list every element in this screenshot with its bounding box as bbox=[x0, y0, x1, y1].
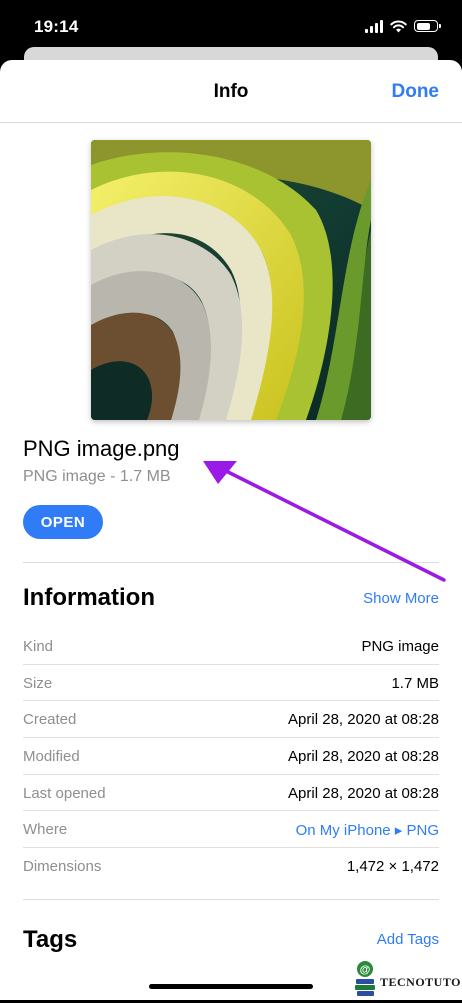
info-label: Where bbox=[23, 821, 68, 839]
info-label: Modified bbox=[23, 748, 80, 766]
wifi-icon bbox=[390, 19, 407, 32]
add-tags-link[interactable]: Add Tags bbox=[377, 931, 439, 948]
info-value: 1.7 MB bbox=[391, 674, 439, 692]
info-sheet: Info Done PNG image.png PNG image - 1.7 … bbox=[0, 60, 462, 1000]
divider bbox=[23, 562, 439, 563]
file-name: PNG image.png bbox=[23, 436, 180, 461]
watermark-text: TECNOTUTO bbox=[380, 975, 461, 989]
tags-heading: Tags bbox=[23, 926, 78, 953]
show-more-link[interactable]: Show More bbox=[363, 590, 439, 607]
info-value: April 28, 2020 at 08:28 bbox=[288, 748, 439, 766]
divider bbox=[23, 899, 439, 900]
info-label: Size bbox=[23, 674, 53, 692]
file-meta: PNG image - 1.7 MB bbox=[23, 468, 171, 485]
info-value: PNG image bbox=[361, 638, 439, 655]
info-row-kind: Kind PNG image bbox=[23, 628, 439, 665]
status-bar: 19:14 bbox=[0, 0, 462, 48]
battery-level bbox=[416, 22, 431, 30]
watermark: @ TECNOTUTO bbox=[352, 958, 462, 998]
info-label: Dimensions bbox=[23, 858, 102, 876]
information-heading: Information bbox=[23, 584, 155, 611]
info-label: Kind bbox=[23, 638, 54, 655]
navigation-bar: Info Done bbox=[0, 60, 462, 123]
location-link[interactable]: On My iPhone ▸ PNG bbox=[296, 821, 439, 839]
cellular-signal-icon bbox=[365, 19, 383, 33]
info-value: April 28, 2020 at 08:28 bbox=[288, 784, 439, 802]
info-label: Created bbox=[23, 711, 77, 729]
open-button[interactable]: OPEN bbox=[23, 505, 103, 539]
image-preview bbox=[91, 140, 371, 420]
info-row-where: Where On My iPhone ▸ PNG bbox=[23, 811, 439, 849]
info-value: April 28, 2020 at 08:28 bbox=[288, 711, 439, 729]
info-row-last-opened: Last opened April 28, 2020 at 08:28 bbox=[23, 775, 439, 812]
info-row-dimensions: Dimensions 1,472 × 1,472 bbox=[23, 848, 439, 884]
info-row-modified: Modified April 28, 2020 at 08:28 bbox=[23, 738, 439, 775]
status-time: 19:14 bbox=[34, 17, 79, 36]
home-indicator bbox=[149, 984, 313, 989]
info-row-size: Size 1.7 MB bbox=[23, 665, 439, 702]
svg-text:@: @ bbox=[360, 964, 371, 976]
status-icons bbox=[365, 16, 441, 36]
info-value: 1,472 × 1,472 bbox=[346, 858, 439, 876]
info-row-created: Created April 28, 2020 at 08:28 bbox=[23, 701, 439, 739]
information-list: Kind PNG image Size 1.7 MB Created April… bbox=[23, 628, 439, 884]
done-button[interactable]: Done bbox=[392, 81, 440, 103]
watermark-logo-icon: @ bbox=[355, 961, 375, 996]
info-label: Last opened bbox=[23, 784, 106, 802]
battery-icon bbox=[414, 20, 441, 32]
